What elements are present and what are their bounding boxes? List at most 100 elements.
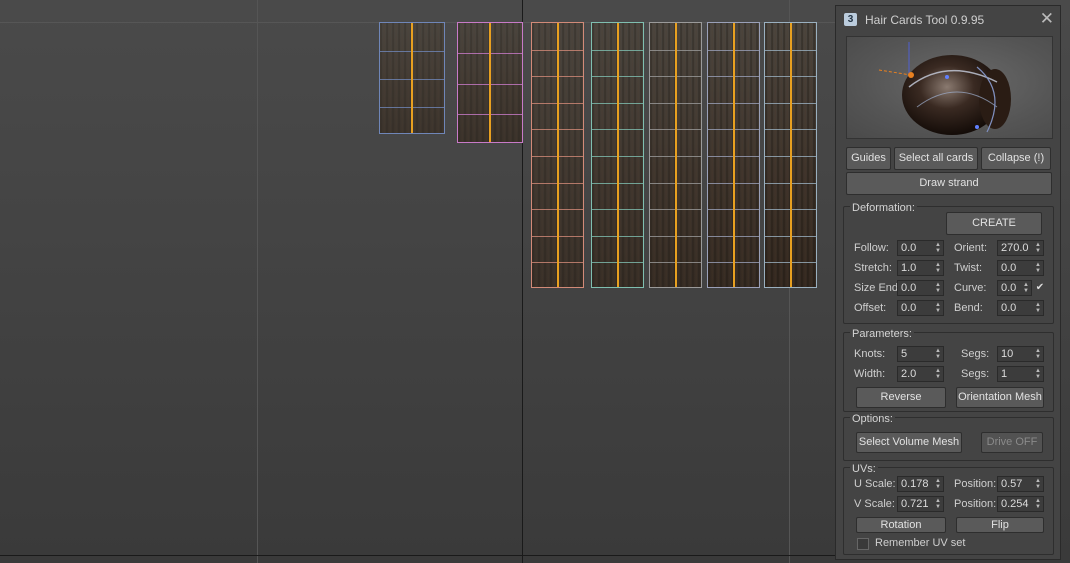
u-scale-value: 0.178 (901, 478, 929, 490)
spinner-arrows-icon[interactable]: ▲ ▼ (935, 348, 941, 360)
collapse-button[interactable]: Collapse (!) (981, 147, 1051, 170)
remember-uv-set-label: Remember UV set (875, 537, 966, 549)
spinner-arrows-icon[interactable]: ▲ ▼ (1023, 282, 1029, 294)
draw-strand-button[interactable]: Draw strand (846, 172, 1052, 195)
remember-uv-set-checkbox[interactable] (857, 538, 869, 550)
parameters-group: Parameters: Knots: 5 ▲ ▼ Segs: 10 ▲ ▼ Width:… (843, 328, 1054, 412)
u-position-value: 0.57 (1001, 478, 1023, 490)
twist-spinner[interactable]: 0.0 ▲ ▼ (997, 260, 1044, 276)
card-guide-line (616, 23, 619, 287)
uvs-group: UVs: U Scale: 0.178 ▲ ▼ Position: 0.57 ▲ ▼ V… (843, 463, 1054, 555)
select-all-cards-button[interactable]: Select all cards (894, 147, 978, 170)
select-volume-mesh-button[interactable]: Select Volume Mesh (856, 432, 962, 453)
spinner-arrows-icon[interactable]: ▲ ▼ (935, 282, 941, 294)
grid-axis (0, 555, 835, 556)
segs-label: Segs: (961, 348, 990, 360)
spinner-arrows-icon[interactable]: ▲ ▼ (935, 368, 941, 380)
spinner-arrows-icon[interactable]: ▲ ▼ (935, 242, 941, 254)
parameters-label: Parameters: (850, 328, 914, 340)
hair-cards-tool-window: 3 Hair Cards Tool 0.9.95 ✕ Guides Select… (835, 5, 1061, 560)
knots-spinner[interactable]: 5 ▲ ▼ (897, 346, 944, 362)
curve-spinner[interactable]: 0.0 ▲ ▼ (997, 280, 1032, 296)
v-position-label: Position: (954, 498, 997, 510)
spinner-arrows-icon[interactable]: ▲ ▼ (935, 302, 941, 314)
width-label: Width: (854, 368, 886, 380)
grid-line (257, 0, 258, 563)
curve-label: Curve: (954, 282, 987, 294)
u-scale-label: U Scale: (854, 478, 896, 490)
spinner-arrows-icon[interactable]: ▲ ▼ (1035, 368, 1041, 380)
hair-bun-preview-icon (878, 42, 1011, 135)
u-position-spinner[interactable]: 0.57 ▲ ▼ (997, 476, 1044, 492)
follow-label: Follow: (854, 242, 889, 254)
width-spinner[interactable]: 2.0 ▲ ▼ (897, 366, 944, 382)
knots-value: 5 (901, 348, 908, 360)
width-value: 2.0 (901, 368, 917, 380)
spinner-arrows-icon[interactable]: ▲ ▼ (935, 262, 941, 274)
u-position-label: Position: (954, 478, 997, 490)
card-guide-line (789, 23, 792, 287)
stretch-spinner[interactable]: 1.0 ▲ ▼ (897, 260, 944, 276)
v-scale-spinner[interactable]: 0.721 ▲ ▼ (897, 496, 944, 512)
spinner-arrows-icon[interactable]: ▲ ▼ (935, 498, 941, 510)
stretch-value: 1.0 (901, 262, 917, 274)
curve-value: 0.0 (1001, 282, 1017, 294)
stretch-label: Stretch: (854, 262, 892, 274)
uvs-label: UVs: (850, 463, 878, 475)
create-button[interactable]: CREATE (946, 212, 1042, 235)
knots-label: Knots: (854, 348, 886, 360)
offset-spinner[interactable]: 0.0 ▲ ▼ (897, 300, 944, 316)
rotation-button[interactable]: Rotation (856, 517, 946, 533)
orient-spinner[interactable]: 270.0 ▲ ▼ (997, 240, 1044, 256)
guides-button[interactable]: Guides (846, 147, 891, 170)
orient-value: 270.0 (1001, 242, 1029, 254)
spinner-arrows-icon[interactable]: ▲ ▼ (1035, 302, 1041, 314)
bend-value: 0.0 (1001, 302, 1017, 314)
hair-card[interactable] (649, 22, 702, 288)
hair-card[interactable] (379, 22, 445, 134)
options-group: Options: Select Volume Mesh Drive OFF (843, 413, 1054, 461)
v-scale-value: 0.721 (901, 498, 929, 510)
drive-off-button[interactable]: Drive OFF (981, 432, 1043, 453)
curve-checkbox[interactable]: ✔ (1034, 282, 1046, 294)
spinner-arrows-icon[interactable]: ▲ ▼ (1035, 498, 1041, 510)
reverse-button[interactable]: Reverse (856, 387, 946, 408)
v-position-value: 0.254 (1001, 498, 1029, 510)
twist-label: Twist: (954, 262, 983, 274)
spinner-arrows-icon[interactable]: ▲ ▼ (935, 478, 941, 490)
segs-width-value: 1 (1001, 368, 1008, 380)
card-guide-line (732, 23, 735, 287)
segs-width-spinner[interactable]: 1 ▲ ▼ (997, 366, 1044, 382)
hair-card[interactable] (457, 22, 523, 143)
bend-spinner[interactable]: 0.0 ▲ ▼ (997, 300, 1044, 316)
follow-value: 0.0 (901, 242, 917, 254)
offset-label: Offset: (854, 302, 887, 314)
u-scale-spinner[interactable]: 0.178 ▲ ▼ (897, 476, 944, 492)
spinner-arrows-icon[interactable]: ▲ ▼ (1035, 348, 1041, 360)
segs-spinner[interactable]: 10 ▲ ▼ (997, 346, 1044, 362)
spinner-arrows-icon[interactable]: ▲ ▼ (1035, 262, 1041, 274)
segs-value: 10 (1001, 348, 1014, 360)
hair-card[interactable] (764, 22, 817, 288)
card-guide-line (411, 23, 413, 133)
spinner-arrows-icon[interactable]: ▲ ▼ (1035, 478, 1041, 490)
deformation-label: Deformation: (850, 202, 917, 214)
app-icon: 3 (844, 13, 857, 26)
size-end-label: Size End (854, 282, 899, 294)
orientation-mesh-button[interactable]: Orientation Mesh (956, 387, 1044, 408)
title-bar[interactable]: 3 Hair Cards Tool 0.9.95 ✕ (836, 6, 1060, 32)
hair-card[interactable] (591, 22, 644, 288)
v-position-spinner[interactable]: 0.254 ▲ ▼ (997, 496, 1044, 512)
spinner-arrows-icon[interactable]: ▲ ▼ (1035, 242, 1041, 254)
size-end-spinner[interactable]: 0.0 ▲ ▼ (897, 280, 944, 296)
deformation-group: Deformation: CREATE Follow: 0.0 ▲ ▼ Orient… (843, 202, 1054, 324)
follow-spinner[interactable]: 0.0 ▲ ▼ (897, 240, 944, 256)
v-scale-label: V Scale: (854, 498, 895, 510)
hair-card[interactable] (707, 22, 760, 288)
close-icon[interactable]: ✕ (1040, 9, 1054, 29)
segs-width-label: Segs: (961, 368, 990, 380)
bend-label: Bend: (954, 302, 983, 314)
hair-preview-image (846, 36, 1053, 139)
hair-card[interactable] (531, 22, 584, 288)
flip-button[interactable]: Flip (956, 517, 1044, 533)
